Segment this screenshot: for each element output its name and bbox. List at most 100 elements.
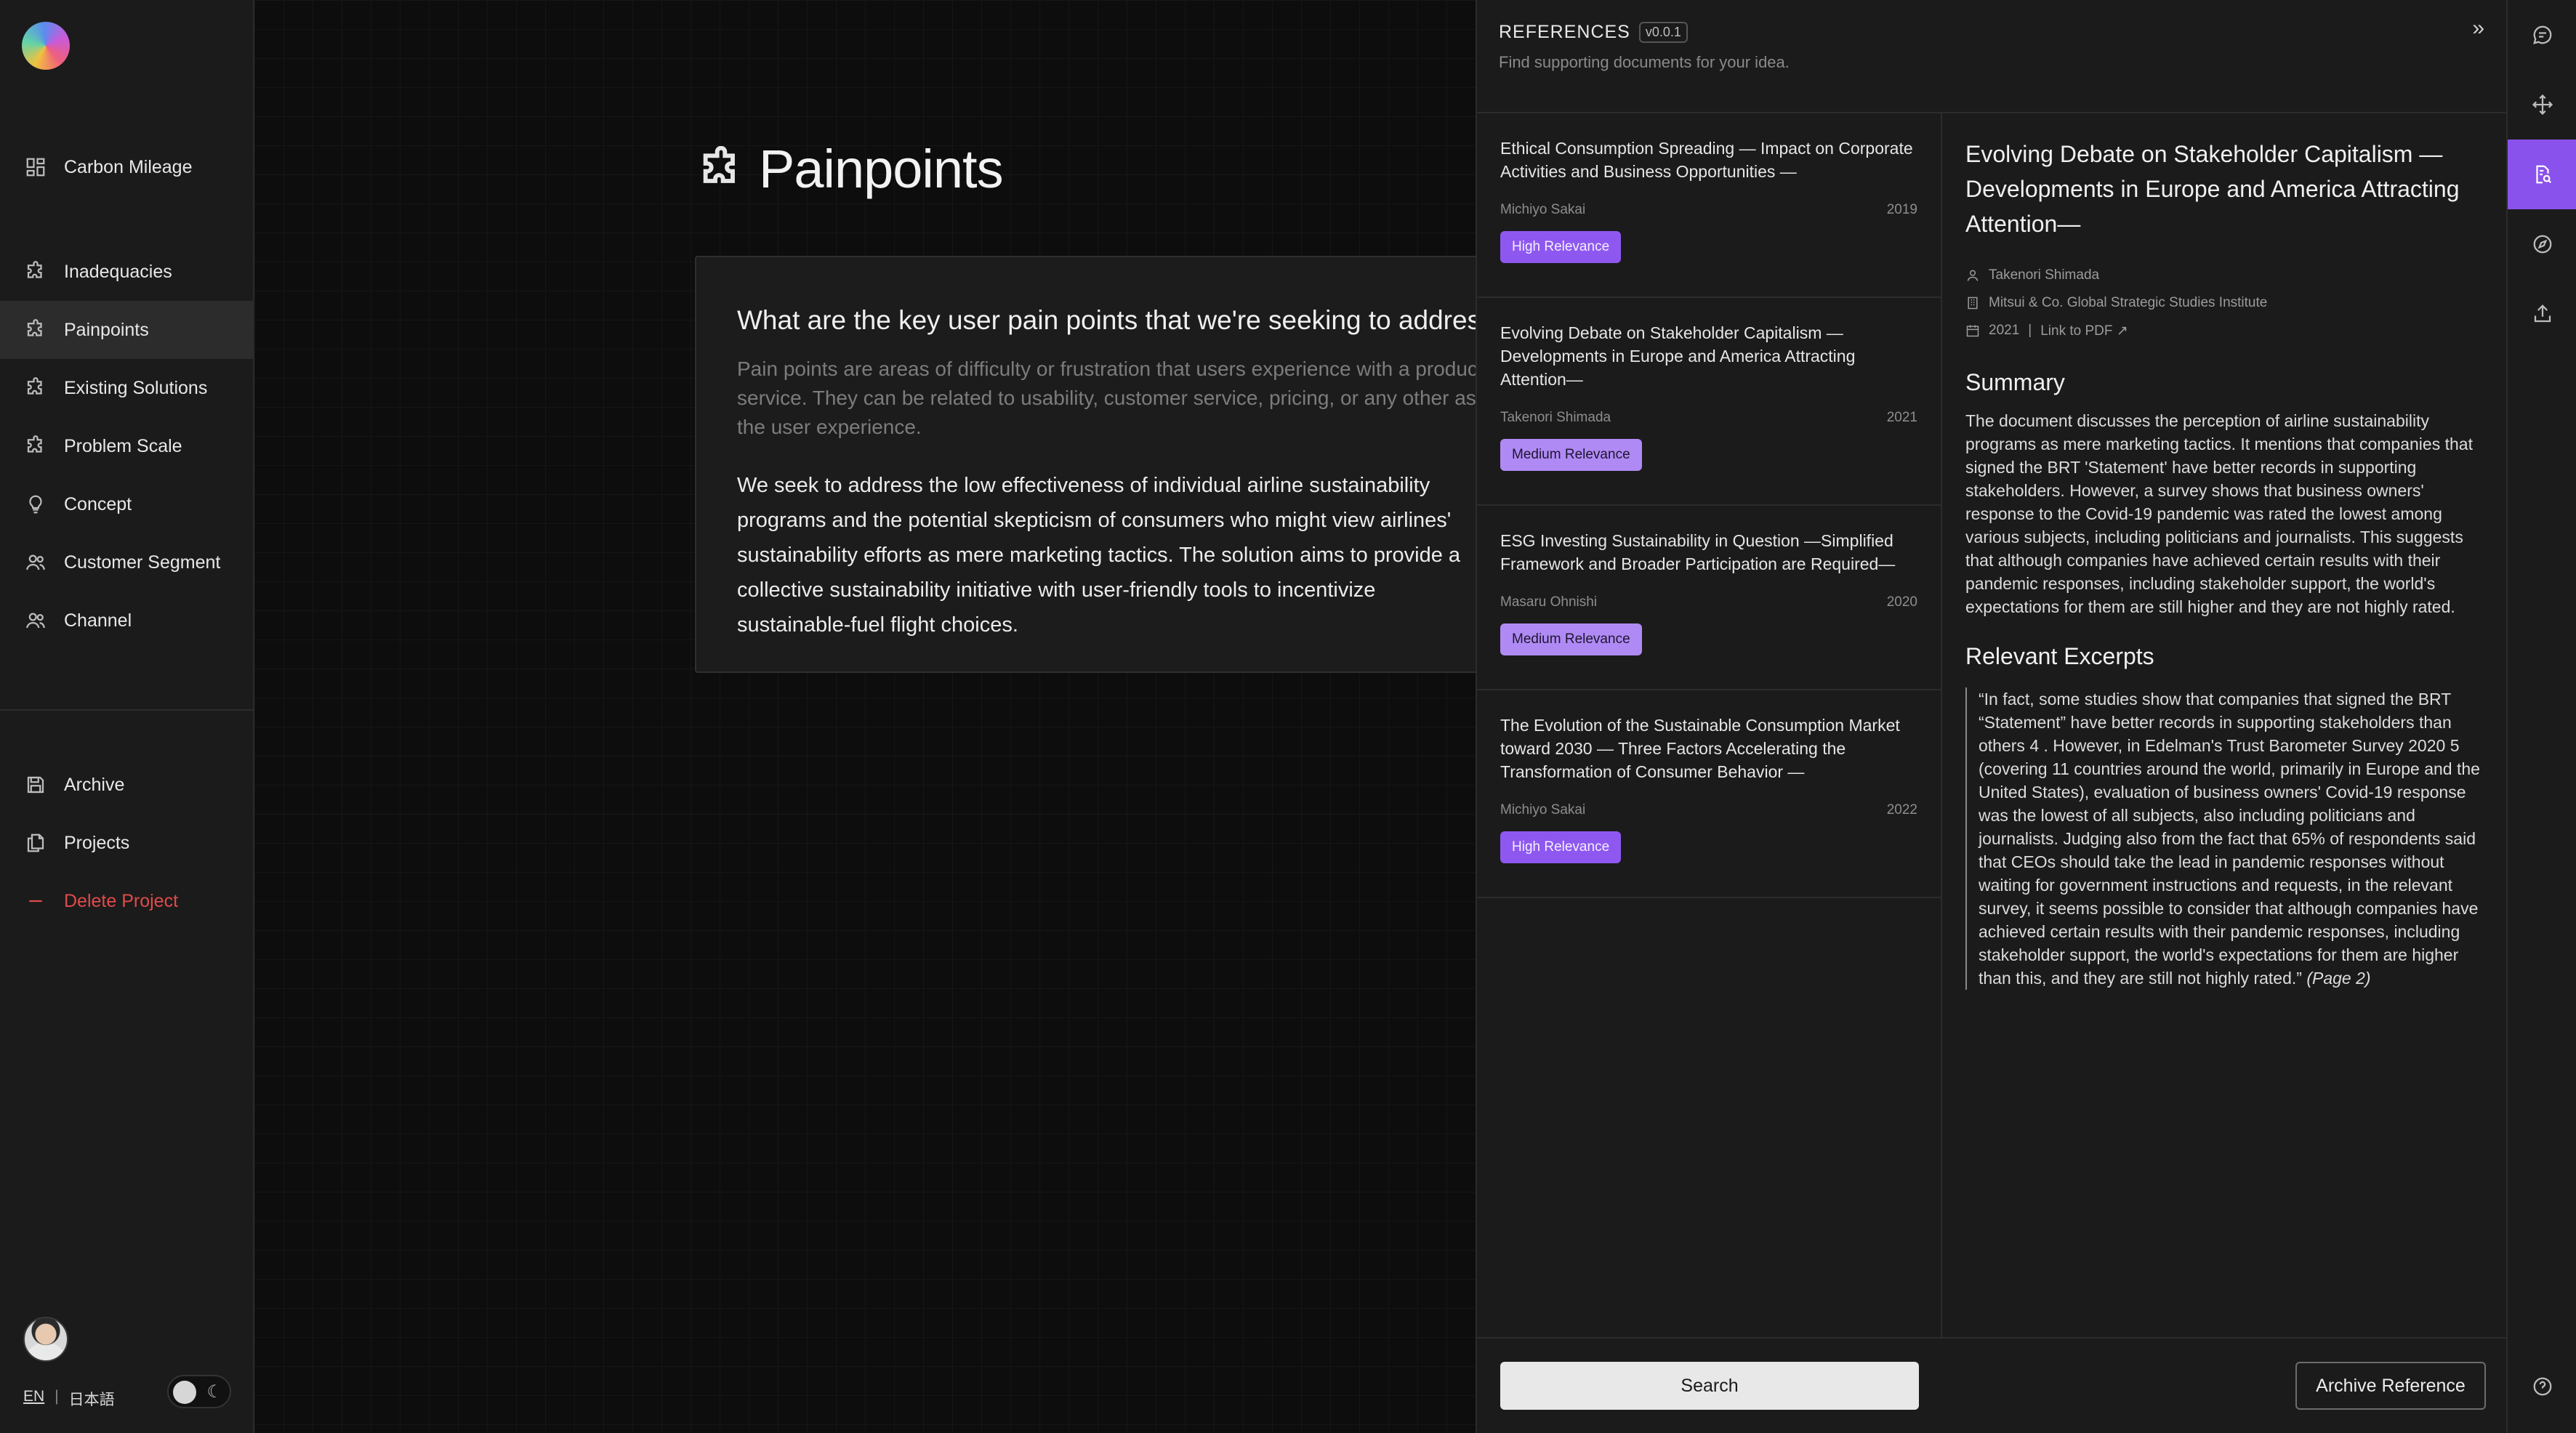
- reference-title: Ethical Consumption Spreading — Impact o…: [1500, 139, 1913, 181]
- document-search-icon: [2536, 165, 2552, 184]
- search-button[interactable]: Search: [1500, 1362, 1919, 1410]
- relevance-badge: Medium Relevance: [1500, 439, 1642, 471]
- rail-chat-button[interactable]: [2508, 0, 2576, 70]
- sidebar-item-label: Painpoints: [64, 319, 149, 340]
- dashboard-icon: [25, 156, 47, 178]
- reference-title: ESG Investing Sustainability in Question…: [1500, 531, 1896, 573]
- sidebar-item-inadequacies[interactable]: Inadequacies: [0, 243, 253, 301]
- minus-icon: [25, 890, 47, 912]
- question-hint: Pain points are areas of difficulty or f…: [737, 358, 1476, 438]
- sidebar-item-label: Projects: [64, 832, 130, 853]
- reference-meta: Masaru Ohnishi 2020: [1500, 594, 1917, 610]
- archive-reference-button[interactable]: Archive Reference: [2295, 1362, 2486, 1410]
- reference-author: Masaru Ohnishi: [1500, 594, 1598, 610]
- excerpt-page: (Page 2): [2306, 969, 2371, 988]
- chat-icon: [2533, 25, 2552, 44]
- save-icon: [25, 774, 47, 796]
- calendar-icon: [1966, 325, 1979, 337]
- summary-heading: Summary: [1965, 369, 2065, 395]
- reference-item[interactable]: ESG Investing Sustainability in Question…: [1477, 506, 1941, 690]
- theme-toggle[interactable]: ☾: [167, 1375, 231, 1408]
- puzzle-icon: [25, 435, 47, 457]
- upload-icon: [2534, 304, 2551, 323]
- user-avatar[interactable]: [23, 1317, 68, 1362]
- reference-year: 2021: [1886, 410, 1917, 425]
- detail-author-row: Takenori Shimada: [1965, 262, 2489, 289]
- detail-author: Takenori Shimada: [1989, 267, 2100, 283]
- help-icon: [2533, 1377, 2552, 1396]
- references-title: REFERENCES v0.0.1: [1499, 22, 1790, 43]
- puzzle-icon: [25, 261, 47, 283]
- question-card[interactable]: What are the key user pain points that w…: [695, 256, 1476, 673]
- page-title: Painpoints: [698, 138, 1004, 200]
- sidebar-item-label: Concept: [64, 493, 132, 514]
- toggle-knob: [173, 1381, 196, 1404]
- puzzle-icon: [25, 377, 47, 399]
- sidebar-item-label: Inadequacies: [64, 261, 172, 282]
- reference-meta: Takenori Shimada 2021: [1500, 410, 1917, 426]
- pdf-link[interactable]: Link to PDF ↗: [2040, 323, 2128, 339]
- sidebar-item-label: Customer Segment: [64, 552, 221, 573]
- language-switcher: EN | 日本語: [23, 1388, 115, 1410]
- sidebar-item-problem-scale[interactable]: Problem Scale: [0, 417, 253, 475]
- sidebar-item-label: Delete Project: [64, 890, 179, 911]
- rail-references-button[interactable]: [2508, 140, 2576, 209]
- main-canvas: Painpoints What are the key user pain po…: [254, 0, 1476, 1433]
- reference-item-selected[interactable]: Evolving Debate on Stakeholder Capitalis…: [1477, 298, 1941, 506]
- page-title-text: Painpoints: [759, 139, 1004, 199]
- detail-separator: |: [2028, 323, 2032, 338]
- building-icon: [1968, 296, 1978, 310]
- relevance-badge: High Relevance: [1500, 231, 1622, 263]
- reference-year: 2022: [1886, 802, 1917, 818]
- sidebar-item-archive[interactable]: Archive: [0, 756, 253, 814]
- reference-item[interactable]: The Evolution of the Sustainable Consump…: [1477, 690, 1941, 898]
- references-panel: REFERENCES v0.0.1 Find supporting docume…: [1476, 0, 2508, 1433]
- puzzle-icon: [25, 319, 47, 341]
- documents-icon: [25, 832, 47, 854]
- reference-title: Evolving Debate on Stakeholder Capitalis…: [1500, 323, 1856, 389]
- answer-text[interactable]: We seek to address the low effectiveness…: [737, 468, 1464, 642]
- rail-help-button[interactable]: [2508, 1352, 2576, 1421]
- lang-ja-link[interactable]: 日本語: [69, 1388, 115, 1410]
- collapse-panel-icon[interactable]: »: [2472, 16, 2484, 41]
- sidebar-item-painpoints[interactable]: Painpoints: [0, 301, 253, 359]
- right-rail: [2506, 0, 2576, 1433]
- app-logo[interactable]: [22, 22, 70, 70]
- detail-title: Evolving Debate on Stakeholder Capitalis…: [1965, 141, 2460, 237]
- lang-en-link[interactable]: EN: [23, 1388, 44, 1410]
- users-icon: [25, 552, 47, 573]
- compass-icon: [2533, 235, 2552, 254]
- detail-institute-row: Mitsui & Co. Global Strategic Studies In…: [1965, 289, 2489, 317]
- references-footer-divider: [1477, 1337, 2508, 1339]
- sidebar-item-label: Channel: [64, 610, 132, 631]
- users-icon: [25, 610, 47, 631]
- puzzle-icon: [703, 145, 735, 183]
- sidebar-item-label: Problem Scale: [64, 435, 182, 456]
- reference-detail: Evolving Debate on Stakeholder Capitalis…: [1965, 137, 2489, 990]
- relevance-badge: Medium Relevance: [1500, 623, 1642, 655]
- reference-meta: Michiyo Sakai 2019: [1500, 202, 1917, 218]
- rail-share-button[interactable]: [2508, 279, 2576, 349]
- sidebar-item-customer-segment[interactable]: Customer Segment: [0, 533, 253, 592]
- rail-explore-button[interactable]: [2508, 209, 2576, 279]
- sidebar-item-delete-project[interactable]: Delete Project: [0, 872, 253, 930]
- sidebar-item-carbon-mileage[interactable]: Carbon Mileage: [0, 138, 253, 196]
- rail-move-button[interactable]: [2508, 70, 2576, 140]
- reference-item[interactable]: Ethical Consumption Spreading — Impact o…: [1477, 113, 1941, 298]
- reference-author: Michiyo Sakai: [1500, 202, 1586, 217]
- move-icon: [2532, 94, 2553, 116]
- lang-separator: |: [55, 1388, 59, 1405]
- reference-list: Ethical Consumption Spreading — Impact o…: [1477, 113, 1942, 1339]
- sidebar-item-concept[interactable]: Concept: [0, 475, 253, 533]
- sidebar: Carbon Mileage Inadequacies Painpoints E…: [0, 0, 254, 1433]
- sidebar-item-channel[interactable]: Channel: [0, 592, 253, 650]
- excerpt-block: “In fact, some studies show that compani…: [1965, 687, 2489, 990]
- reference-year: 2020: [1886, 594, 1917, 610]
- sidebar-item-projects[interactable]: Projects: [0, 814, 253, 872]
- sidebar-item-label: Carbon Mileage: [64, 156, 193, 177]
- sidebar-item-label: Existing Solutions: [64, 377, 208, 398]
- sidebar-item-existing-solutions[interactable]: Existing Solutions: [0, 359, 253, 417]
- version-badge: v0.0.1: [1638, 22, 1688, 43]
- lightbulb-icon: [25, 493, 47, 515]
- question-heading: What are the key user pain points that w…: [737, 305, 1476, 335]
